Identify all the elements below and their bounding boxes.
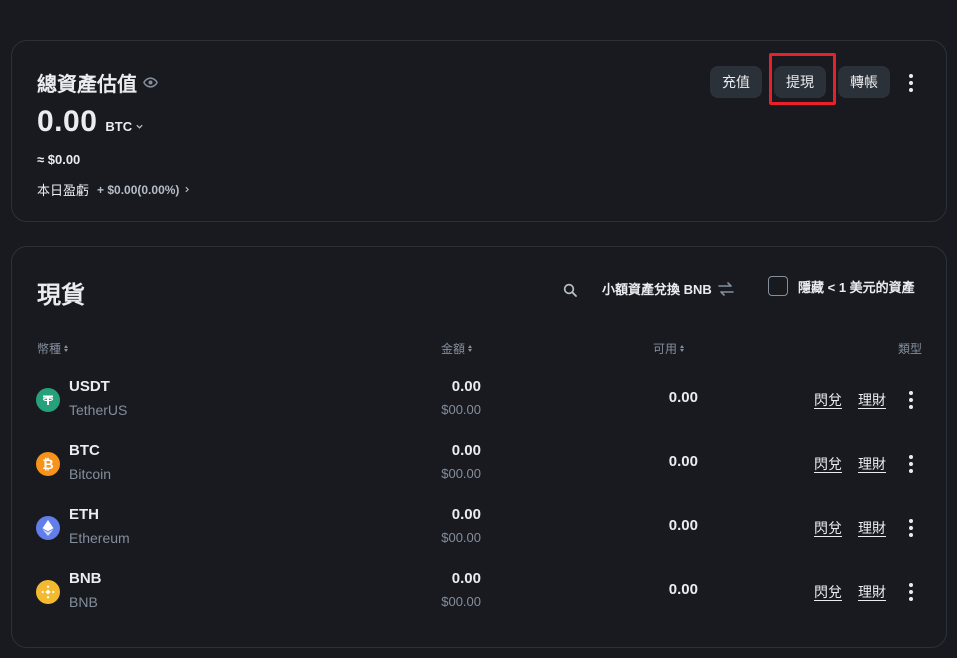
- column-amount-label: 金額: [441, 342, 466, 356]
- chevron-right-icon: [185, 186, 190, 193]
- more-options-icon[interactable]: [905, 582, 917, 602]
- earn-link[interactable]: 理財: [858, 390, 886, 410]
- coin-amount: 0.00: [451, 506, 481, 523]
- asset-overview-card: 總資產估值 0.00 BTC ≈ $0.00 本日盈虧 + $0.00(0.00…: [11, 40, 947, 222]
- earn-link[interactable]: 理財: [858, 518, 886, 538]
- coin-name: TetherUS: [69, 402, 128, 418]
- overview-title: 總資產估值: [37, 74, 137, 96]
- transfer-button[interactable]: 轉帳: [838, 66, 890, 98]
- sort-icon: [468, 345, 473, 352]
- coin-name: Bitcoin: [69, 466, 112, 482]
- table-row: ETH Ethereum 0.00 $00.00 0.00 閃兌 理財: [12, 499, 946, 563]
- currency-unit: BTC: [105, 119, 133, 134]
- currency-selector[interactable]: BTC: [105, 119, 144, 134]
- convert-link[interactable]: 閃兌: [814, 518, 842, 538]
- hide-small-assets-label: 隱藏 < 1 美元的資產: [798, 279, 915, 295]
- coin-symbol: BTC: [69, 442, 100, 459]
- coin-amount-usd: $00.00: [441, 594, 481, 609]
- coin-amount-usd: $00.00: [441, 402, 481, 417]
- table-row: ₿ BTC Bitcoin 0.00 $00.00 0.00 閃兌 理財: [12, 435, 946, 499]
- search-icon[interactable]: [562, 282, 578, 298]
- hide-small-assets-checkbox[interactable]: [768, 276, 788, 296]
- coin-available: 0.00: [668, 453, 698, 470]
- hide-small-assets: 隱藏 < 1 美元的資產: [768, 276, 915, 296]
- spot-title: 現貨: [37, 282, 85, 309]
- coin-symbol: ETH: [69, 506, 99, 523]
- more-options-icon[interactable]: [905, 518, 917, 538]
- coin-name: BNB: [69, 594, 98, 610]
- coin-amount-usd: $00.00: [441, 466, 481, 481]
- overview-amount-row: 0.00 BTC: [37, 105, 144, 139]
- column-type-label: 類型: [898, 342, 923, 356]
- column-header-coin[interactable]: 幣種: [37, 340, 69, 357]
- coin-available: 0.00: [668, 581, 698, 598]
- column-header-available[interactable]: 可用: [653, 340, 685, 357]
- convert-link[interactable]: 閃兌: [814, 582, 842, 602]
- convert-link[interactable]: 閃兌: [814, 390, 842, 410]
- column-available-label: 可用: [653, 342, 678, 356]
- sort-icon: [680, 345, 685, 352]
- earn-link[interactable]: 理財: [858, 582, 886, 602]
- tether-icon: [36, 388, 60, 412]
- total-balance: 0.00: [37, 105, 98, 138]
- coin-amount-usd: $00.00: [441, 530, 481, 545]
- chevron-down-icon: [136, 124, 143, 129]
- column-coin-label: 幣種: [37, 342, 62, 356]
- coin-available: 0.00: [668, 389, 698, 406]
- deposit-button[interactable]: 充值: [710, 66, 762, 98]
- pnl-value: + $0.00(0.00%): [97, 182, 180, 197]
- spot-wallet-card: 現貨 小額資產兌換 BNB 隱藏 < 1 美元的資產 幣種 金額 可用 類型 U…: [11, 246, 947, 648]
- bitcoin-icon: ₿: [36, 452, 60, 476]
- bnb-icon: [36, 580, 60, 604]
- column-header-amount[interactable]: 金額: [441, 340, 473, 357]
- coin-amount: 0.00: [451, 378, 481, 395]
- column-header-type: 類型: [898, 340, 922, 357]
- swap-icon: [717, 281, 734, 296]
- coin-amount: 0.00: [451, 570, 481, 587]
- withdraw-button[interactable]: 提現: [774, 66, 826, 98]
- coin-name: Ethereum: [69, 530, 130, 546]
- pnl-link[interactable]: + $0.00(0.00%): [97, 183, 191, 197]
- more-options-icon[interactable]: [905, 73, 917, 93]
- coin-symbol: USDT: [69, 378, 110, 395]
- ethereum-icon: [36, 516, 60, 540]
- overview-title-row: 總資產估值: [37, 68, 159, 97]
- sort-icon: [64, 345, 69, 352]
- convert-link[interactable]: 閃兌: [814, 454, 842, 474]
- more-options-icon[interactable]: [905, 390, 917, 410]
- table-row: USDT TetherUS 0.00 $00.00 0.00 閃兌 理財: [12, 371, 946, 435]
- eye-icon[interactable]: [143, 75, 159, 91]
- coin-amount: 0.00: [451, 442, 481, 459]
- convert-label: 小額資產兌換 BNB: [602, 282, 712, 297]
- more-options-icon[interactable]: [905, 454, 917, 474]
- coin-available: 0.00: [668, 517, 698, 534]
- daily-pnl-row: 本日盈虧 + $0.00(0.00%): [37, 180, 191, 199]
- coin-symbol: BNB: [69, 570, 102, 587]
- pnl-label: 本日盈虧: [37, 183, 90, 198]
- small-asset-convert-button[interactable]: 小額資產兌換 BNB: [602, 279, 734, 298]
- earn-link[interactable]: 理財: [858, 454, 886, 474]
- usd-estimate: ≈ $0.00: [37, 152, 81, 167]
- table-row: BNB BNB 0.00 $00.00 0.00 閃兌 理財: [12, 563, 946, 627]
